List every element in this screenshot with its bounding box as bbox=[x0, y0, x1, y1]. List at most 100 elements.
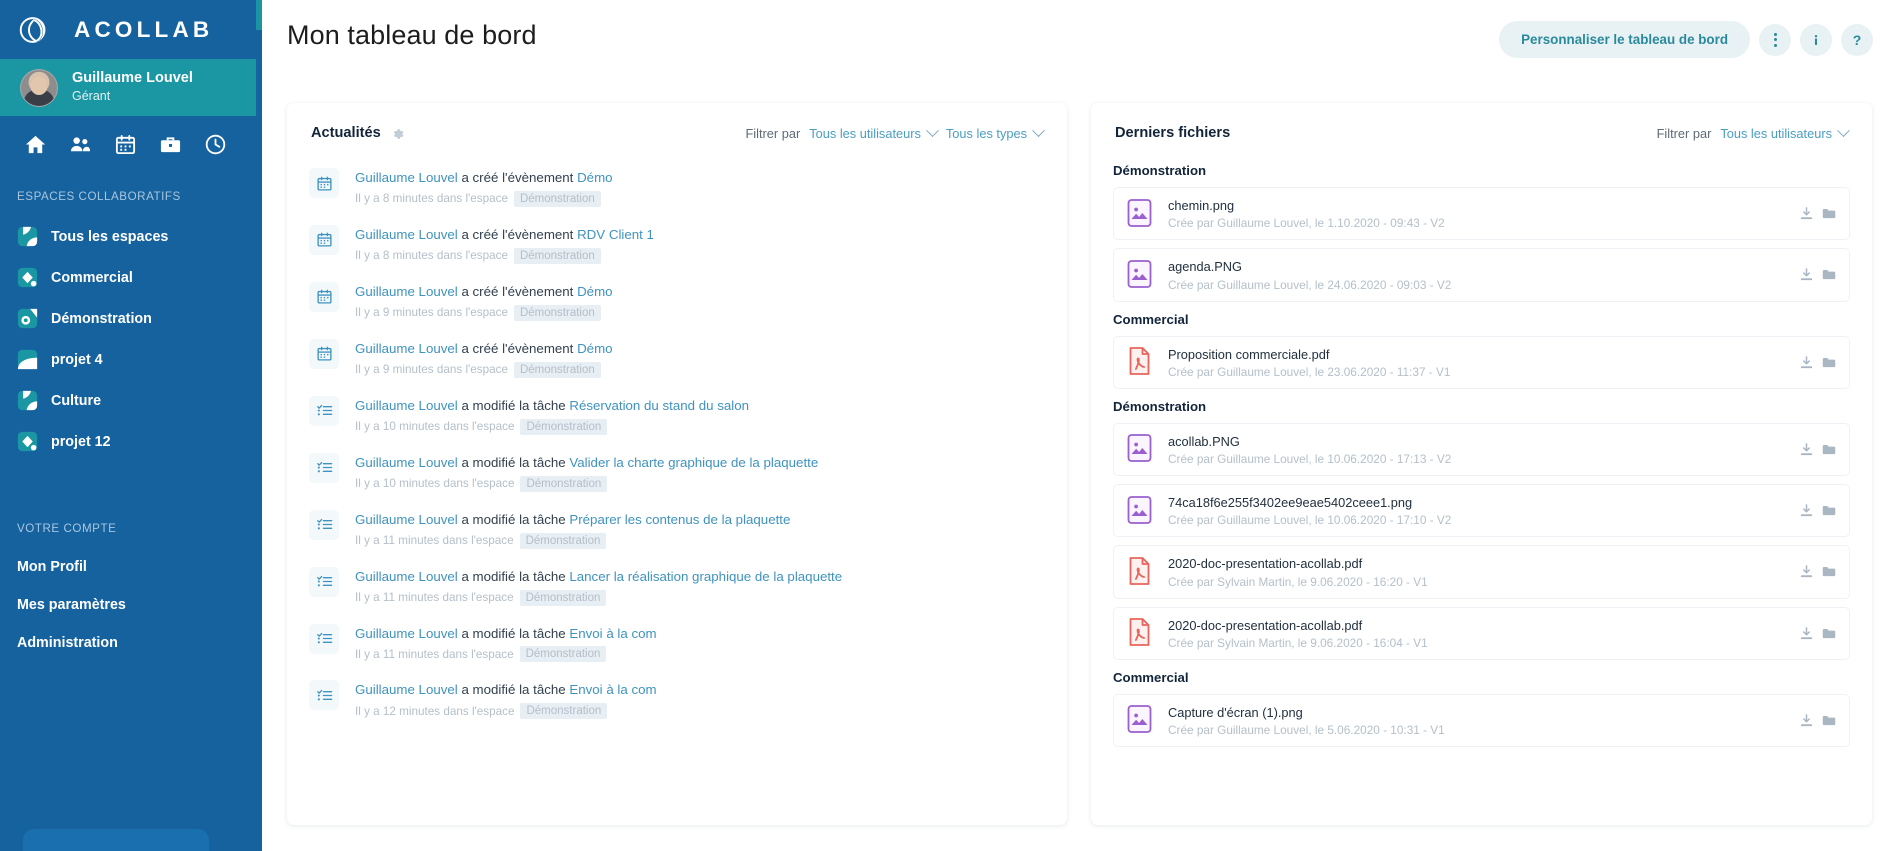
file-name[interactable]: 2020-doc-presentation-acollab.pdf bbox=[1168, 617, 1785, 634]
sidebar-item-mon-profil[interactable]: Mon Profil bbox=[0, 548, 262, 586]
download-icon[interactable] bbox=[1799, 442, 1814, 457]
news-filter-types-select[interactable]: Tous les types bbox=[946, 123, 1045, 141]
users-icon[interactable] bbox=[69, 133, 92, 156]
download-button[interactable] bbox=[1799, 564, 1814, 579]
more-options-button[interactable] bbox=[1759, 23, 1791, 56]
news-item-user[interactable]: Guillaume Louvel bbox=[355, 227, 458, 242]
download-icon[interactable] bbox=[1799, 355, 1814, 370]
news-item-target[interactable]: Préparer les contenus de la plaquette bbox=[569, 512, 790, 527]
clock-icon[interactable] bbox=[204, 133, 227, 156]
news-item-target[interactable]: Envoi à la com bbox=[569, 682, 656, 697]
download-button[interactable] bbox=[1799, 626, 1814, 641]
news-item[interactable]: Guillaume Louvel a créé l'évènement Démo… bbox=[309, 330, 1057, 387]
file-row[interactable]: 2020-doc-presentation-acollab.pdf Crée p… bbox=[1113, 545, 1850, 599]
download-button[interactable] bbox=[1799, 206, 1814, 221]
news-item-user[interactable]: Guillaume Louvel bbox=[355, 455, 458, 470]
file-name[interactable]: Proposition commerciale.pdf bbox=[1168, 346, 1785, 363]
news-item-target[interactable]: Réservation du stand du salon bbox=[569, 398, 749, 413]
info-button[interactable] bbox=[1800, 23, 1832, 56]
file-row[interactable]: 74ca18f6e255f3402ee9eae5402ceee1.png Cré… bbox=[1113, 484, 1850, 538]
download-icon[interactable] bbox=[1799, 626, 1814, 641]
news-item-target[interactable]: Lancer la réalisation graphique de la pl… bbox=[569, 569, 842, 584]
download-button[interactable] bbox=[1799, 503, 1814, 518]
home-icon[interactable] bbox=[24, 133, 47, 156]
file-name[interactable]: 74ca18f6e255f3402ee9eae5402ceee1.png bbox=[1168, 494, 1785, 511]
news-item[interactable]: Guillaume Louvel a créé l'évènement Démo… bbox=[309, 273, 1057, 330]
folder-icon[interactable] bbox=[1821, 503, 1837, 518]
news-item[interactable]: Guillaume Louvel a modifié la tâche Vali… bbox=[309, 444, 1057, 501]
news-item-target[interactable]: Démo bbox=[577, 341, 612, 356]
open-folder-button[interactable] bbox=[1821, 626, 1836, 641]
download-button[interactable] bbox=[1799, 267, 1814, 282]
download-button[interactable] bbox=[1799, 713, 1814, 728]
open-folder-button[interactable] bbox=[1821, 713, 1836, 728]
news-item-target[interactable]: Démo bbox=[577, 170, 612, 185]
sidebar-item-projet-12[interactable]: projet 12 bbox=[0, 421, 262, 462]
news-item-user[interactable]: Guillaume Louvel bbox=[355, 284, 458, 299]
gear-icon[interactable] bbox=[391, 127, 404, 140]
folder-icon[interactable] bbox=[1821, 564, 1837, 579]
sidebar-item-culture[interactable]: Culture bbox=[0, 380, 262, 421]
news-item-user[interactable]: Guillaume Louvel bbox=[355, 512, 458, 527]
open-folder-button[interactable] bbox=[1821, 564, 1836, 579]
news-item-user[interactable]: Guillaume Louvel bbox=[355, 626, 458, 641]
news-item[interactable]: Guillaume Louvel a créé l'évènement Démo… bbox=[309, 159, 1057, 216]
files-filter-users-select[interactable]: Tous les utilisateurs bbox=[1720, 123, 1850, 141]
folder-icon[interactable] bbox=[1821, 267, 1837, 282]
folder-icon[interactable] bbox=[1821, 355, 1837, 370]
download-button[interactable] bbox=[1799, 442, 1814, 457]
folder-icon[interactable] bbox=[1821, 442, 1837, 457]
open-folder-button[interactable] bbox=[1821, 355, 1836, 370]
file-name[interactable]: agenda.PNG bbox=[1168, 258, 1785, 275]
file-name[interactable]: chemin.png bbox=[1168, 197, 1785, 214]
news-item-target[interactable]: Démo bbox=[577, 284, 612, 299]
news-item-user[interactable]: Guillaume Louvel bbox=[355, 682, 458, 697]
download-icon[interactable] bbox=[1799, 503, 1814, 518]
folder-icon[interactable] bbox=[1821, 713, 1837, 728]
sidebar-item-projet-4[interactable]: projet 4 bbox=[0, 339, 262, 380]
folder-icon[interactable] bbox=[1821, 626, 1837, 641]
news-item[interactable]: Guillaume Louvel a modifié la tâche Envo… bbox=[309, 671, 1057, 728]
file-row[interactable]: agenda.PNG Crée par Guillaume Louvel, le… bbox=[1113, 248, 1850, 302]
open-folder-button[interactable] bbox=[1821, 206, 1836, 221]
file-name[interactable]: acollab.PNG bbox=[1168, 433, 1785, 450]
news-item-user[interactable]: Guillaume Louvel bbox=[355, 170, 458, 185]
news-item-user[interactable]: Guillaume Louvel bbox=[355, 398, 458, 413]
file-row[interactable]: Capture d'écran (1).png Crée par Guillau… bbox=[1113, 693, 1850, 748]
folder-icon[interactable] bbox=[1821, 206, 1837, 221]
sidebar-bottom-panel[interactable] bbox=[23, 829, 209, 851]
download-icon[interactable] bbox=[1799, 267, 1814, 282]
news-item-target[interactable]: Envoi à la com bbox=[569, 626, 656, 641]
news-item-target[interactable]: Valider la charte graphique de la plaque… bbox=[569, 455, 818, 470]
file-row[interactable]: 2020-doc-presentation-acollab.pdf Crée p… bbox=[1113, 606, 1850, 660]
download-icon[interactable] bbox=[1799, 564, 1814, 579]
news-filter-users-select[interactable]: Tous les utilisateurs bbox=[809, 123, 939, 141]
news-item[interactable]: Guillaume Louvel a modifié la tâche Prép… bbox=[309, 501, 1057, 558]
news-item[interactable]: Guillaume Louvel a modifié la tâche Rése… bbox=[309, 387, 1057, 444]
calendar-icon[interactable] bbox=[114, 133, 137, 156]
open-folder-button[interactable] bbox=[1821, 267, 1836, 282]
open-folder-button[interactable] bbox=[1821, 503, 1836, 518]
customize-dashboard-button[interactable]: Personnaliser le tableau de bord bbox=[1499, 21, 1750, 58]
news-item-target[interactable]: RDV Client 1 bbox=[577, 227, 654, 242]
download-button[interactable] bbox=[1799, 355, 1814, 370]
file-name[interactable]: Capture d'écran (1).png bbox=[1168, 704, 1785, 721]
download-icon[interactable] bbox=[1799, 713, 1814, 728]
news-item-user[interactable]: Guillaume Louvel bbox=[355, 341, 458, 356]
news-item[interactable]: Guillaume Louvel a créé l'évènement RDV … bbox=[309, 216, 1057, 273]
brand-logo[interactable]: ACOLLAB bbox=[0, 0, 262, 59]
briefcase-icon[interactable] bbox=[159, 133, 182, 156]
sidebar-item-commercial[interactable]: Commercial bbox=[0, 257, 262, 298]
news-item[interactable]: Guillaume Louvel a modifié la tâche Envo… bbox=[309, 615, 1057, 672]
download-icon[interactable] bbox=[1799, 206, 1814, 221]
sidebar-item-demonstration[interactable]: Démonstration bbox=[0, 298, 262, 339]
open-folder-button[interactable] bbox=[1821, 442, 1836, 457]
file-row[interactable]: Proposition commerciale.pdf Crée par Gui… bbox=[1113, 335, 1850, 389]
user-profile[interactable]: Guillaume Louvel Gérant bbox=[0, 59, 262, 116]
file-row[interactable]: acollab.PNG Crée par Guillaume Louvel, l… bbox=[1113, 422, 1850, 477]
help-button[interactable]: ? bbox=[1841, 23, 1873, 56]
sidebar-item-mes-parametres[interactable]: Mes paramètres bbox=[0, 586, 262, 624]
sidebar-item-administration[interactable]: Administration bbox=[0, 624, 262, 662]
sidebar-item-tous-les-espaces[interactable]: Tous les espaces bbox=[0, 216, 262, 257]
news-item[interactable]: Guillaume Louvel a modifié la tâche Lanc… bbox=[309, 558, 1057, 615]
